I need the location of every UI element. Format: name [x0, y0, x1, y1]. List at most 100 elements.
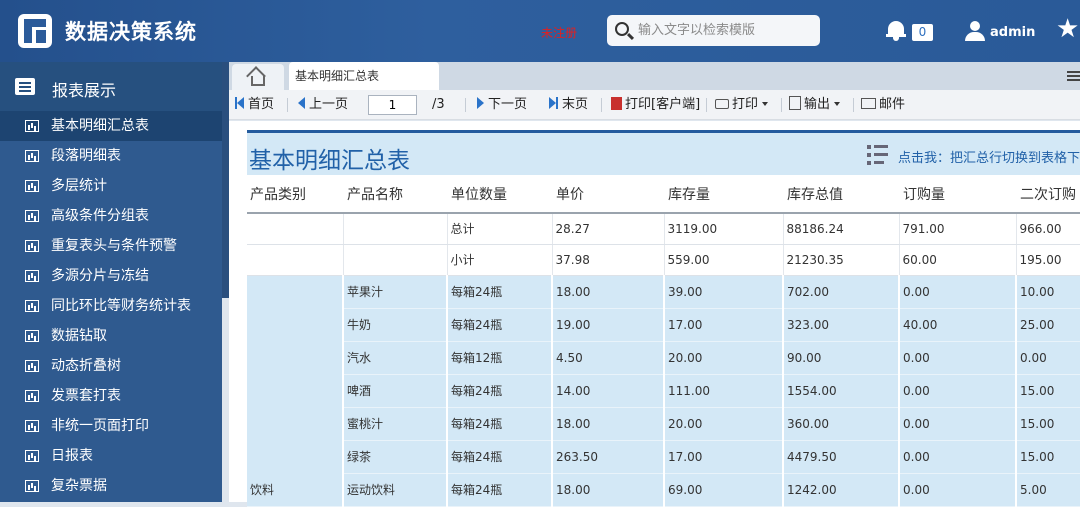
table-cell: 323.00 — [783, 308, 900, 342]
export-button[interactable]: 输出 — [789, 96, 841, 114]
sidebar-scrollbar[interactable] — [222, 62, 229, 502]
sidebar-item-multilevel-stats[interactable]: 多层统计 — [0, 171, 222, 201]
chevron-down-icon — [762, 102, 769, 106]
menu-icon[interactable] — [1067, 71, 1080, 73]
table-cell: 每箱24瓶 — [447, 407, 553, 441]
column-header: 二次订购 — [1016, 175, 1080, 214]
star-icon[interactable]: ★ — [1056, 14, 1079, 44]
table-cell: 10.00 — [1016, 275, 1080, 309]
sidebar-item-multisource-freeze[interactable]: 多源分片与冻结 — [0, 261, 222, 291]
sidebar-item-complex-bill[interactable]: 复杂票据 — [0, 471, 222, 501]
sidebar-item-label: 重复表头与条件预警 — [51, 238, 177, 254]
sidebar-item-invoice-print[interactable]: 发票套打表 — [0, 381, 222, 411]
print-button[interactable]: 打印 — [715, 96, 769, 114]
home-tab[interactable] — [232, 64, 284, 90]
table-row: 运动饮料 每箱24瓶 18.00 69.00 1242.00 0.00 5.00 — [247, 473, 1080, 507]
table-row: 汽水 每箱12瓶 4.50 20.00 90.00 0.00 0.00 — [247, 341, 1080, 375]
sidebar-item-label: 多层统计 — [51, 178, 107, 194]
next-page-button[interactable]: 下一页 — [477, 96, 527, 114]
report-icon — [25, 420, 39, 432]
sidebar-item-label: 动态折叠树 — [51, 358, 121, 374]
app-title: 数据决策系统 — [65, 20, 197, 44]
sidebar-item-financial-stats[interactable]: 同比环比等财务统计表 — [0, 291, 222, 321]
table-cell: 3119.00 — [664, 213, 784, 245]
table-header-row: 产品类别 产品名称 单位数量 单价 库存量 库存总值 订购量 二次订购 — [247, 175, 1080, 214]
table-cell: 每箱24瓶 — [447, 308, 553, 342]
table-cell: 195.00 — [1016, 244, 1080, 276]
subtotal-label: 小计 — [447, 244, 553, 276]
toolbar-separator — [465, 98, 466, 112]
table-cell: 263.50 — [552, 440, 665, 474]
table-cell: 17.00 — [664, 308, 784, 342]
table-cell: 791.00 — [899, 213, 1017, 245]
report-icon — [25, 120, 39, 132]
column-header: 订购量 — [899, 175, 1017, 214]
sidebar-item-nonuniform-print[interactable]: 非统一页面打印 — [0, 411, 222, 441]
table-cell: 15.00 — [1016, 407, 1080, 441]
report-sheet: 基本明细汇总表 点击我：把汇总行切换到表格下 产品类别 产品名称 单位数量 单价… — [247, 130, 1080, 507]
sidebar-item-basic-summary[interactable]: 基本明细汇总表 — [0, 111, 222, 141]
page-number-input[interactable] — [368, 95, 417, 115]
first-page-button[interactable]: 首页 — [235, 96, 274, 114]
app-logo-icon — [18, 14, 52, 48]
table-cell: 25.00 — [1016, 308, 1080, 342]
tab-basic-summary[interactable]: 基本明细汇总表 — [289, 62, 439, 90]
last-page-button[interactable]: 末页 — [549, 96, 588, 114]
template-search[interactable] — [607, 15, 820, 46]
search-input[interactable] — [638, 19, 814, 41]
table-cell: 90.00 — [783, 341, 900, 375]
sidebar-item-label: 非统一页面打印 — [51, 418, 149, 434]
table-row: 牛奶 每箱24瓶 19.00 17.00 323.00 40.00 25.00 — [247, 308, 1080, 342]
user-icon[interactable] — [964, 21, 986, 41]
bell-icon[interactable] — [886, 19, 906, 41]
prev-page-button[interactable]: 上一页 — [298, 96, 348, 114]
notification-badge[interactable]: 0 — [912, 24, 933, 41]
report-icon — [25, 240, 39, 252]
prev-icon — [298, 97, 305, 109]
table-row: 啤酒 每箱24瓶 14.00 111.00 1554.00 0.00 15.00 — [247, 374, 1080, 408]
switch-summary-link[interactable]: 点击我：把汇总行切换到表格下 — [867, 143, 1080, 167]
username[interactable]: admin — [990, 25, 1035, 40]
report-title-row: 基本明细汇总表 点击我：把汇总行切换到表格下 — [247, 133, 1080, 175]
table-cell: 69.00 — [664, 473, 784, 507]
mail-button[interactable]: 邮件 — [861, 96, 905, 114]
last-page-icon — [549, 97, 556, 109]
sidebar-item-drilldown[interactable]: 数据钻取 — [0, 321, 222, 351]
column-header: 单位数量 — [447, 175, 553, 214]
sidebar-item-label: 复杂票据 — [51, 478, 107, 494]
table-cell: 39.00 — [664, 275, 784, 309]
report-title: 基本明细汇总表 — [249, 148, 410, 174]
sidebar-item-label: 多源分片与冻结 — [51, 268, 149, 284]
table-cell: 21230.35 — [783, 244, 900, 276]
pdf-icon — [611, 97, 622, 110]
sidebar-item-paragraph-detail[interactable]: 段落明细表 — [0, 141, 222, 171]
scrollbar-thumb[interactable] — [222, 62, 229, 298]
sidebar-header[interactable]: 报表展示 — [0, 62, 229, 112]
table-cell: 每箱24瓶 — [447, 374, 553, 408]
toolbar-separator — [853, 98, 854, 112]
report-toolbar: 首页 上一页 /3 下一页 末页 打印[客户端] 打印 输出 邮件 — [229, 90, 1080, 120]
table-cell: 28.27 — [552, 213, 665, 245]
table-cell: 每箱24瓶 — [447, 275, 553, 309]
sidebar: 报表展示 基本明细汇总表 段落明细表 多层统计 高级条件分组表 重复表头与条件预… — [0, 62, 229, 502]
product-name: 汽水 — [343, 341, 448, 375]
sidebar-item-daily-report[interactable]: 日报表 — [0, 441, 222, 471]
table-cell: 111.00 — [664, 374, 784, 408]
chevron-down-icon — [834, 102, 841, 106]
subtotal-row: 小计 37.98 559.00 21230.35 60.00 195.00 — [247, 244, 1080, 276]
report-icon — [25, 210, 39, 222]
report-icon — [25, 150, 39, 162]
table-row: 蜜桃汁 每箱24瓶 18.00 20.00 360.00 0.00 15.00 — [247, 407, 1080, 441]
unregistered-label: 未注册 — [541, 26, 578, 40]
top-bar: 数据决策系统 未注册 0 admin ★ — [0, 0, 1080, 62]
sidebar-list: 基本明细汇总表 段落明细表 多层统计 高级条件分组表 重复表头与条件预警 多源分… — [0, 111, 222, 501]
sidebar-item-repeat-header[interactable]: 重复表头与条件预警 — [0, 231, 222, 261]
report-icon — [25, 480, 39, 492]
table-cell: 0.00 — [899, 374, 1017, 408]
table-cell: 0.00 — [899, 407, 1017, 441]
sidebar-item-advanced-grouping[interactable]: 高级条件分组表 — [0, 201, 222, 231]
print-client-button[interactable]: 打印[客户端] — [611, 96, 700, 114]
report-icon — [25, 450, 39, 462]
table-cell: 88186.24 — [783, 213, 900, 245]
sidebar-item-collapsible-tree[interactable]: 动态折叠树 — [0, 351, 222, 381]
